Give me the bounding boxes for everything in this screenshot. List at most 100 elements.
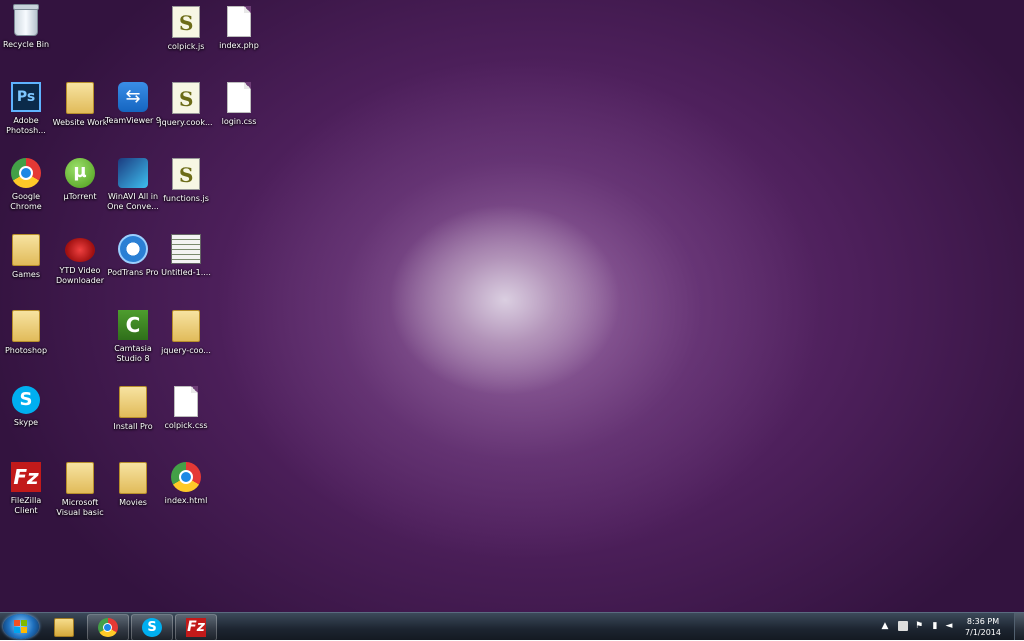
clock-date: 7/1/2014: [965, 628, 1001, 637]
folder-icon: [66, 82, 94, 114]
desktop[interactable]: Recycle Bin Ps Adobe Photosh... Google C…: [0, 0, 1024, 612]
desktop-icon-index-html[interactable]: index.html: [158, 462, 214, 506]
desktop-icon-functions-js[interactable]: S functions.js: [158, 158, 214, 204]
icon-label: functions.js: [163, 194, 209, 203]
desktop-icon-photoshop-folder[interactable]: Photoshop: [0, 310, 54, 356]
taskbar-filezilla[interactable]: Fz: [175, 614, 217, 641]
taskbar: S Fz ▲ ⚑ ▮ ◄ 8:36 PM 7/1/2014: [0, 612, 1024, 641]
icon-label: WinAVI All in One Conve...: [107, 192, 159, 211]
icon-label: Microsoft Visual basic: [56, 498, 104, 517]
desktop-icon-adobe-photoshop[interactable]: Ps Adobe Photosh...: [0, 82, 54, 136]
spreadsheet-file-icon: [171, 234, 201, 264]
icon-label: jquery.cook...: [159, 118, 213, 127]
icon-label: PodTrans Pro: [107, 268, 159, 277]
icon-label: colpick.css: [164, 421, 208, 430]
desktop-icon-colpick-js[interactable]: S colpick.js: [158, 6, 214, 52]
taskbar-explorer[interactable]: [43, 614, 85, 641]
desktop-icon-camtasia[interactable]: C Camtasia Studio 8: [105, 310, 161, 364]
taskbar-chrome[interactable]: [87, 614, 129, 641]
icon-label: Photoshop: [4, 346, 48, 355]
ytd-downloader-icon: [65, 238, 95, 262]
skype-icon: S: [12, 386, 40, 414]
icon-label: Movies: [119, 498, 147, 507]
text-file-icon: [227, 82, 251, 113]
desktop-icon-untitled[interactable]: Untitled-1....: [158, 234, 214, 278]
device-icon[interactable]: [898, 621, 908, 631]
show-hidden-icons-chevron-icon[interactable]: ▲: [880, 621, 890, 631]
desktop-icon-utorrent[interactable]: µ µTorrent: [52, 158, 108, 202]
volume-icon[interactable]: ◄: [944, 621, 954, 631]
folder-icon: [12, 234, 40, 266]
icon-label: colpick.js: [167, 42, 205, 51]
folder-icon: [12, 310, 40, 342]
desktop-icon-ytd-video-downloader[interactable]: YTD Video Downloader: [52, 234, 108, 286]
chrome-icon: [11, 158, 41, 188]
icon-label: index.php: [219, 41, 259, 50]
script-file-icon: S: [172, 82, 200, 114]
icon-label: login.css: [221, 117, 257, 126]
icon-label: Camtasia Studio 8: [114, 344, 152, 363]
text-file-icon: [227, 6, 251, 37]
chrome-icon: [98, 618, 118, 637]
icon-label: Google Chrome: [10, 192, 42, 211]
text-file-icon: [174, 386, 198, 417]
photoshop-icon: Ps: [11, 82, 41, 112]
icon-label: Untitled-1....: [161, 268, 211, 277]
desktop-icon-install-pro[interactable]: Install Pro: [105, 386, 161, 432]
desktop-icon-google-chrome[interactable]: Google Chrome: [0, 158, 54, 212]
script-file-icon: S: [172, 158, 200, 190]
skype-icon: S: [142, 618, 162, 637]
script-glyph: S: [179, 87, 194, 111]
desktop-icon-login-css[interactable]: login.css: [211, 82, 267, 127]
folder-icon: [66, 462, 94, 494]
desktop-icon-website-work[interactable]: Website Work: [52, 82, 108, 128]
desktop-icon-filezilla[interactable]: Fz FileZilla Client: [0, 462, 54, 516]
clock[interactable]: 8:36 PM 7/1/2014: [958, 616, 1008, 638]
desktop-icon-podtrans-pro[interactable]: PodTrans Pro: [105, 234, 161, 278]
icon-label: µTorrent: [63, 192, 97, 201]
windows-logo-icon: [14, 620, 28, 633]
icon-label: jquery-coo...: [161, 346, 211, 355]
teamviewer-icon: ⇆: [118, 82, 148, 112]
icon-label: YTD Video Downloader: [56, 266, 104, 285]
desktop-icon-recycle-bin[interactable]: Recycle Bin: [0, 4, 54, 50]
icon-label: FileZilla Client: [10, 496, 42, 515]
taskbar-skype[interactable]: S: [131, 614, 173, 641]
desktop-icon-jquery-cookie[interactable]: S jquery.cook...: [158, 82, 214, 128]
start-button[interactable]: [3, 614, 39, 639]
filezilla-icon: Fz: [11, 462, 41, 492]
folder-icon: [119, 386, 147, 418]
action-center-flag-icon[interactable]: ⚑: [914, 621, 924, 631]
chrome-icon: [171, 462, 201, 492]
icon-label: Website Work: [52, 118, 108, 127]
desktop-icon-games[interactable]: Games: [0, 234, 54, 280]
icon-label: index.html: [164, 496, 208, 505]
desktop-icon-winavi[interactable]: WinAVI All in One Conve...: [105, 158, 161, 212]
script-file-icon: S: [172, 6, 200, 38]
icon-label: Games: [12, 270, 40, 279]
filezilla-icon: Fz: [186, 618, 206, 637]
icon-label: Adobe Photosh...: [6, 116, 46, 135]
script-glyph: S: [179, 163, 194, 187]
script-glyph: S: [179, 11, 194, 35]
icon-label: TeamViewer 9: [105, 116, 161, 125]
desktop-icon-teamviewer[interactable]: ⇆ TeamViewer 9: [105, 82, 161, 126]
desktop-icon-movies[interactable]: Movies: [105, 462, 161, 508]
winavi-icon: [118, 158, 148, 188]
camtasia-icon: C: [118, 310, 148, 340]
icon-label: Skype: [13, 418, 39, 427]
utorrent-icon: µ: [65, 158, 95, 188]
desktop-icon-colpick-css[interactable]: colpick.css: [158, 386, 214, 431]
icon-label: Recycle Bin: [2, 40, 50, 49]
desktop-icon-skype[interactable]: S Skype: [0, 386, 54, 428]
recycle-bin-icon: [13, 4, 39, 36]
show-desktop-button[interactable]: [1014, 613, 1024, 640]
desktop-icon-jquery-coo-folder[interactable]: jquery-coo...: [158, 310, 214, 356]
folder-icon: [172, 310, 200, 342]
folder-icon: [54, 618, 74, 637]
desktop-icon-microsoft-visual-basic[interactable]: Microsoft Visual basic: [52, 462, 108, 518]
network-signal-icon[interactable]: ▮: [930, 621, 940, 631]
desktop-icon-index-php[interactable]: index.php: [211, 6, 267, 51]
podtrans-icon: [118, 234, 148, 264]
icon-label: Install Pro: [113, 422, 153, 431]
